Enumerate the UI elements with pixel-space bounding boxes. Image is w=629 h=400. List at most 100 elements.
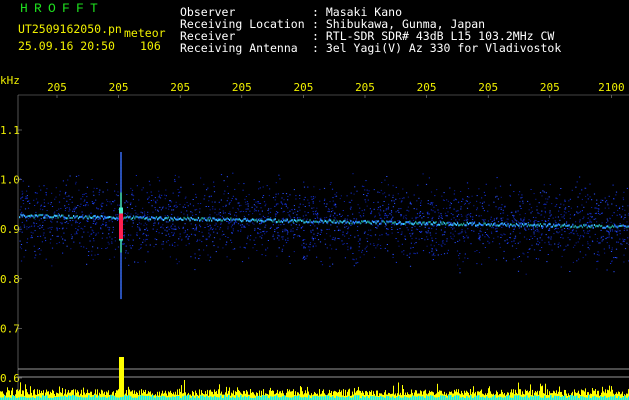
noise-speck bbox=[569, 271, 571, 272]
noise-speck bbox=[189, 203, 191, 205]
noise-speck bbox=[513, 240, 515, 242]
echo-segment bbox=[120, 270, 122, 273]
noise-speck bbox=[392, 194, 394, 196]
noise-speck bbox=[222, 247, 224, 249]
trace-segment bbox=[446, 222, 448, 225]
noise-speck bbox=[344, 235, 346, 237]
noise-speck bbox=[326, 233, 328, 235]
histogram-base bbox=[196, 396, 198, 400]
trace-segment bbox=[77, 217, 80, 220]
noise-speck bbox=[128, 234, 130, 236]
noise-speck bbox=[165, 195, 167, 197]
trace-segment bbox=[297, 219, 299, 222]
noise-speck bbox=[230, 239, 232, 241]
noise-speck bbox=[441, 234, 444, 236]
trace-segment bbox=[134, 217, 136, 220]
noise-speck bbox=[500, 217, 502, 219]
noise-speck bbox=[206, 245, 208, 247]
noise-speck bbox=[622, 199, 625, 201]
x-tick-label: 205 bbox=[417, 81, 437, 94]
trace-segment bbox=[328, 219, 330, 222]
trace-segment bbox=[32, 215, 34, 218]
histogram-base bbox=[70, 395, 72, 400]
noise-speck bbox=[27, 238, 29, 240]
noise-speck bbox=[190, 223, 192, 225]
noise-speck bbox=[364, 231, 366, 233]
trace-segment bbox=[547, 224, 549, 227]
noise-speck bbox=[130, 234, 132, 236]
noise-speck bbox=[511, 241, 513, 243]
noise-speck bbox=[601, 240, 603, 242]
noise-speck bbox=[626, 187, 628, 189]
noise-speck bbox=[132, 222, 134, 224]
histogram-base bbox=[576, 395, 578, 400]
noise-speck bbox=[192, 199, 194, 200]
noise-speck bbox=[388, 203, 390, 205]
noise-speck bbox=[282, 204, 284, 206]
noise-speck bbox=[467, 228, 469, 230]
echo-segment bbox=[119, 239, 123, 241]
noise-speck bbox=[213, 181, 215, 183]
noise-speck bbox=[252, 222, 254, 224]
noise-speck bbox=[147, 211, 149, 213]
noise-speck bbox=[556, 198, 558, 200]
noise-speck bbox=[243, 215, 245, 217]
noise-speck bbox=[555, 228, 557, 229]
noise-speck bbox=[275, 196, 277, 198]
noise-speck bbox=[275, 193, 277, 195]
noise-speck bbox=[438, 212, 440, 214]
noise-speck bbox=[162, 243, 165, 245]
noise-speck bbox=[123, 223, 125, 225]
noise-speck bbox=[194, 269, 196, 271]
trace-segment bbox=[43, 216, 45, 219]
trace-segment bbox=[159, 216, 161, 219]
noise-speck bbox=[21, 231, 23, 233]
histogram-base bbox=[388, 396, 390, 400]
noise-speck bbox=[532, 226, 535, 228]
noise-speck bbox=[278, 239, 280, 241]
noise-speck bbox=[363, 232, 366, 234]
noise-speck bbox=[186, 202, 188, 203]
trace-segment bbox=[575, 226, 578, 229]
noise-speck bbox=[286, 233, 289, 235]
noise-speck bbox=[479, 236, 481, 238]
noise-speck bbox=[39, 224, 41, 226]
noise-speck bbox=[165, 234, 167, 236]
noise-speck bbox=[512, 221, 514, 223]
trace-segment bbox=[213, 217, 215, 220]
noise-speck bbox=[71, 238, 73, 240]
echo-segment bbox=[120, 284, 122, 286]
noise-speck bbox=[304, 211, 306, 213]
noise-speck bbox=[113, 256, 115, 258]
noise-speck bbox=[620, 216, 622, 218]
trace-segment bbox=[350, 220, 352, 222]
noise-speck bbox=[401, 200, 403, 202]
noise-speck bbox=[504, 240, 506, 242]
noise-speck bbox=[198, 258, 200, 260]
noise-speck bbox=[252, 247, 254, 249]
histogram-base bbox=[44, 396, 46, 400]
noise-speck bbox=[146, 229, 149, 231]
noise-speck bbox=[144, 213, 146, 215]
noise-speck bbox=[320, 217, 322, 219]
trace-segment bbox=[23, 214, 26, 217]
noise-speck bbox=[232, 207, 234, 209]
noise-speck bbox=[66, 245, 68, 247]
noise-speck bbox=[51, 235, 54, 237]
histogram-base bbox=[432, 395, 434, 400]
noise-speck bbox=[419, 212, 421, 214]
noise-speck bbox=[232, 228, 234, 230]
noise-speck bbox=[597, 208, 600, 210]
noise-speck bbox=[237, 230, 239, 232]
noise-speck bbox=[348, 237, 350, 239]
echo-segment bbox=[120, 201, 122, 204]
noise-speck bbox=[360, 216, 362, 218]
noise-speck bbox=[239, 246, 241, 248]
noise-speck bbox=[166, 230, 168, 232]
noise-speck bbox=[92, 223, 94, 224]
noise-speck bbox=[56, 235, 58, 237]
trace-segment bbox=[22, 213, 24, 216]
noise-speck bbox=[432, 210, 434, 212]
noise-speck bbox=[569, 217, 571, 219]
noise-speck bbox=[304, 206, 306, 207]
